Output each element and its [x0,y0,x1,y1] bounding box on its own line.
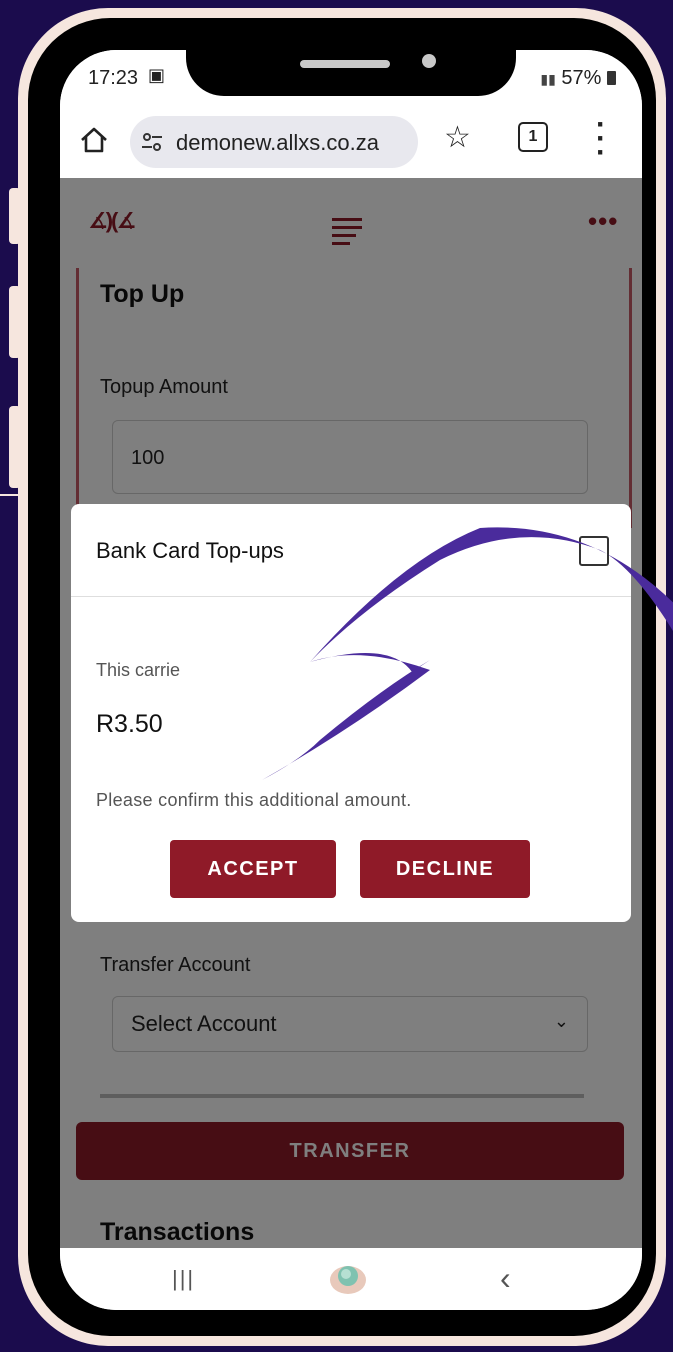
status-time: 17:23 [88,67,139,89]
battery-indicator: ▮▮ 57% [540,67,616,90]
dialog-title: Bank Card Top-ups [96,538,284,563]
phone-screen: 17:23 ▣ ▮▮ 57% demonew.allxs.co.za ☆ 1 ·… [60,50,642,1310]
star-icon[interactable]: ☆ [444,120,471,155]
back-icon[interactable]: ‹ [500,1260,511,1297]
camera-notch [186,50,516,96]
tune-icon[interactable] [140,130,164,154]
dialog-confirm-text: Please confirm this additional amount. [96,790,412,810]
dialog-divider [71,596,631,597]
confirm-dialog: Bank Card Top-ups This carrie R3.50 Plea… [71,504,631,922]
close-icon[interactable] [579,536,609,566]
recent-apps-icon[interactable]: ||| [172,1266,195,1292]
signal-icon: ▮▮ [540,71,556,87]
home-nav-icon[interactable] [326,1258,370,1298]
tabs-icon[interactable]: 1 [518,122,548,152]
battery-icon [607,71,616,85]
url-text: demonew.allxs.co.za [176,130,379,155]
dialog-price: R3.50 [96,710,163,738]
home-icon[interactable] [78,124,110,156]
dialog-info-text: This carrie [96,660,181,680]
accept-button[interactable]: ACCEPT [170,840,336,898]
notification-icons: ▣ [148,65,168,85]
speaker-bar [300,60,390,68]
browser-toolbar: demonew.allxs.co.za ☆ 1 · · · [60,106,642,178]
address-bar[interactable]: demonew.allxs.co.za [130,116,418,168]
system-nav-bar: ||| ‹ [60,1248,642,1310]
camera-dot [422,54,436,68]
menu-icon[interactable]: · · · [596,110,606,168]
battery-percent: 57% [561,67,602,89]
decline-button[interactable]: DECLINE [360,840,530,898]
